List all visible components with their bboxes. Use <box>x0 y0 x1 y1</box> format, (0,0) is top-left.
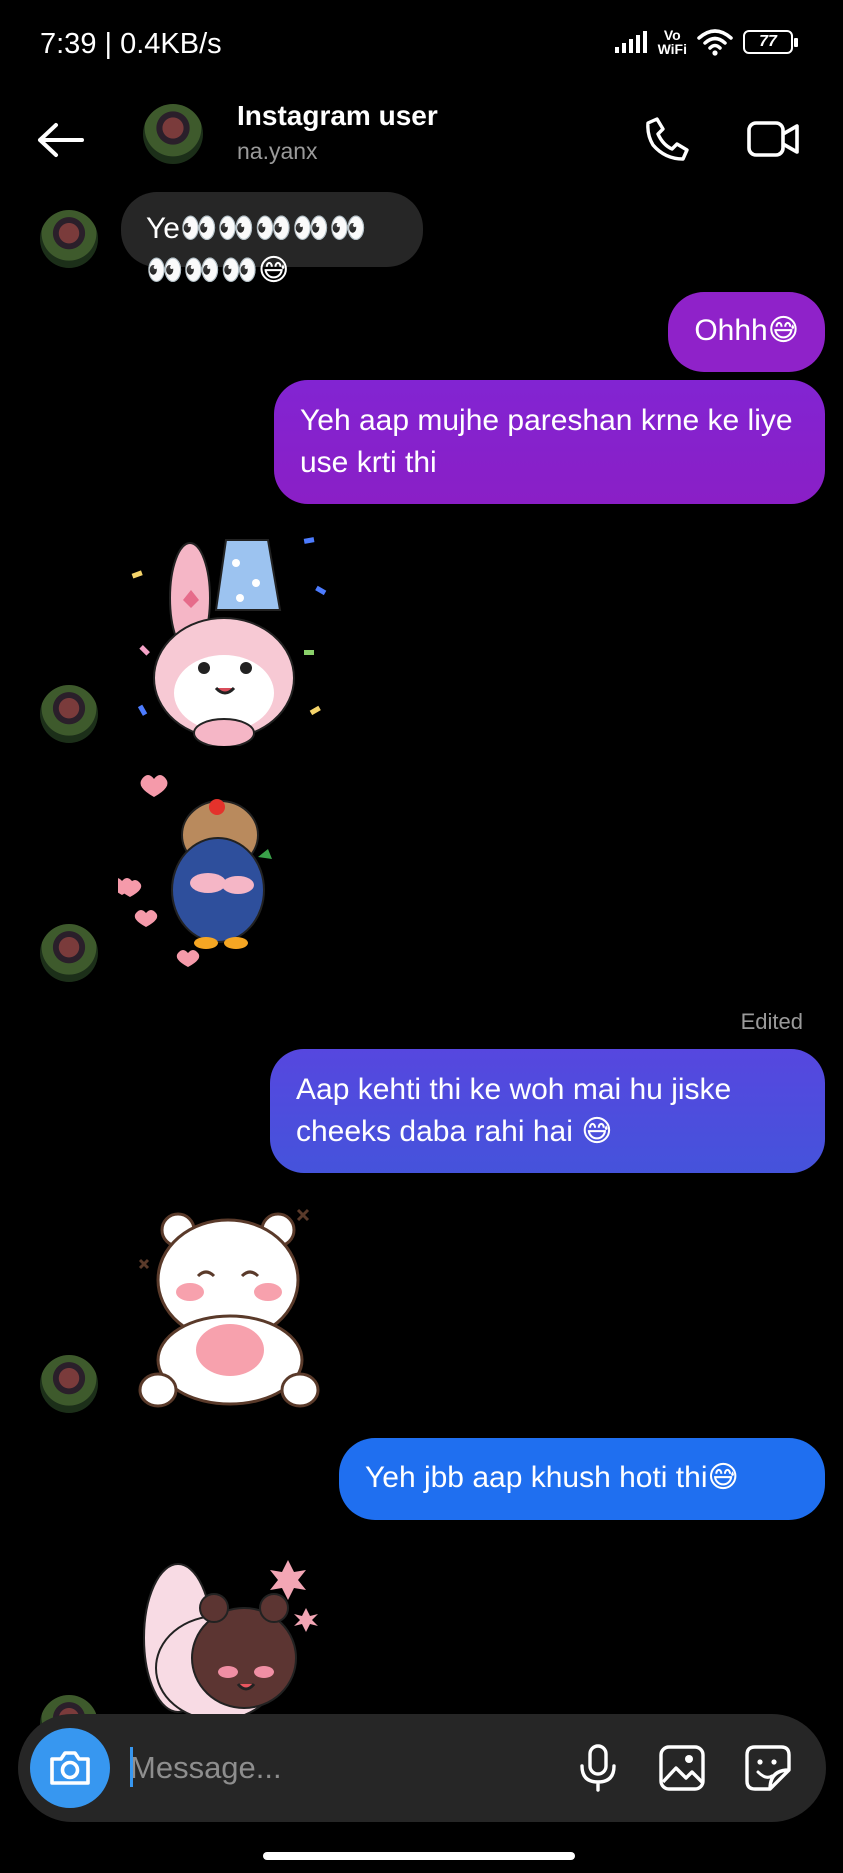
blue-penguin-hearts-sticker[interactable] <box>118 765 288 975</box>
camera-button[interactable] <box>30 1728 110 1808</box>
sticker-icon <box>745 1745 791 1791</box>
phone-icon <box>646 117 689 161</box>
status-icons: Vo WiFi 77 <box>614 28 798 56</box>
microphone-icon <box>580 1744 616 1792</box>
message-input[interactable] <box>130 1734 560 1802</box>
sender-avatar[interactable] <box>40 685 98 743</box>
message-text: Ye👀👀👀👀👀👀👀👀😅 <box>146 212 367 287</box>
pink-bunny-party-hat-sticker[interactable] <box>128 528 333 746</box>
message-text: Yeh jbb aap khush hoti thi😅 <box>365 1461 739 1494</box>
wifi-icon <box>697 29 733 56</box>
status-time: 7:39 | 0.4KB/s <box>40 28 222 60</box>
voice-message-button[interactable] <box>570 1740 626 1796</box>
sender-avatar[interactable] <box>40 1355 98 1413</box>
message-bubble-outgoing[interactable]: Ohhh😅 <box>668 292 825 372</box>
message-bubble-outgoing[interactable]: Aap kehti thi ke woh mai hu jiske cheeks… <box>270 1049 825 1173</box>
message-text: Ohhh😅 <box>694 314 799 347</box>
home-indicator[interactable] <box>263 1852 575 1860</box>
contact-handle[interactable]: na.yanx <box>237 138 318 165</box>
message-bubble-incoming[interactable]: Ye👀👀👀👀👀👀👀👀😅 <box>121 192 423 287</box>
bunny-and-bear-hug-sticker[interactable] <box>128 1548 324 1714</box>
vowifi-line-2: WiFi <box>657 41 687 57</box>
text-caret <box>130 1747 133 1787</box>
gallery-icon <box>659 1745 705 1791</box>
battery-indicator: 77 <box>743 30 798 54</box>
chat-header: Instagram user na.yanx <box>0 92 843 190</box>
message-text: Yeh aap mujhe pareshan krne ke liye use … <box>300 404 793 479</box>
camera-icon <box>50 1751 90 1785</box>
contact-name[interactable]: Instagram user <box>237 100 438 132</box>
sender-avatar[interactable] <box>40 210 98 268</box>
edited-label: Edited <box>740 1009 803 1034</box>
video-camera-icon <box>747 121 799 157</box>
back-arrow-icon <box>38 123 84 157</box>
video-call-button[interactable] <box>742 110 804 168</box>
voice-call-button[interactable] <box>638 110 696 168</box>
gallery-button[interactable] <box>654 1740 710 1796</box>
vowifi-line-1: Vo <box>663 27 681 43</box>
message-text: Aap kehti thi ke woh mai hu jiske cheeks… <box>296 1073 732 1148</box>
message-composer <box>18 1714 826 1822</box>
back-button[interactable] <box>30 112 90 168</box>
message-bubble-outgoing[interactable]: Yeh jbb aap khush hoti thi😅 <box>339 1438 825 1520</box>
status-bar: 7:39 | 0.4KB/s Vo WiFi 77 <box>0 0 843 92</box>
sticker-button[interactable] <box>740 1740 796 1796</box>
header-avatar[interactable] <box>143 104 203 164</box>
vowifi-badge: Vo WiFi <box>658 28 687 56</box>
white-bear-blushing-sticker[interactable] <box>138 1200 320 1410</box>
message-bubble-outgoing[interactable]: Yeh aap mujhe pareshan krne ke liye use … <box>274 380 825 504</box>
sender-avatar[interactable] <box>40 924 98 982</box>
signal-icon <box>614 31 647 53</box>
